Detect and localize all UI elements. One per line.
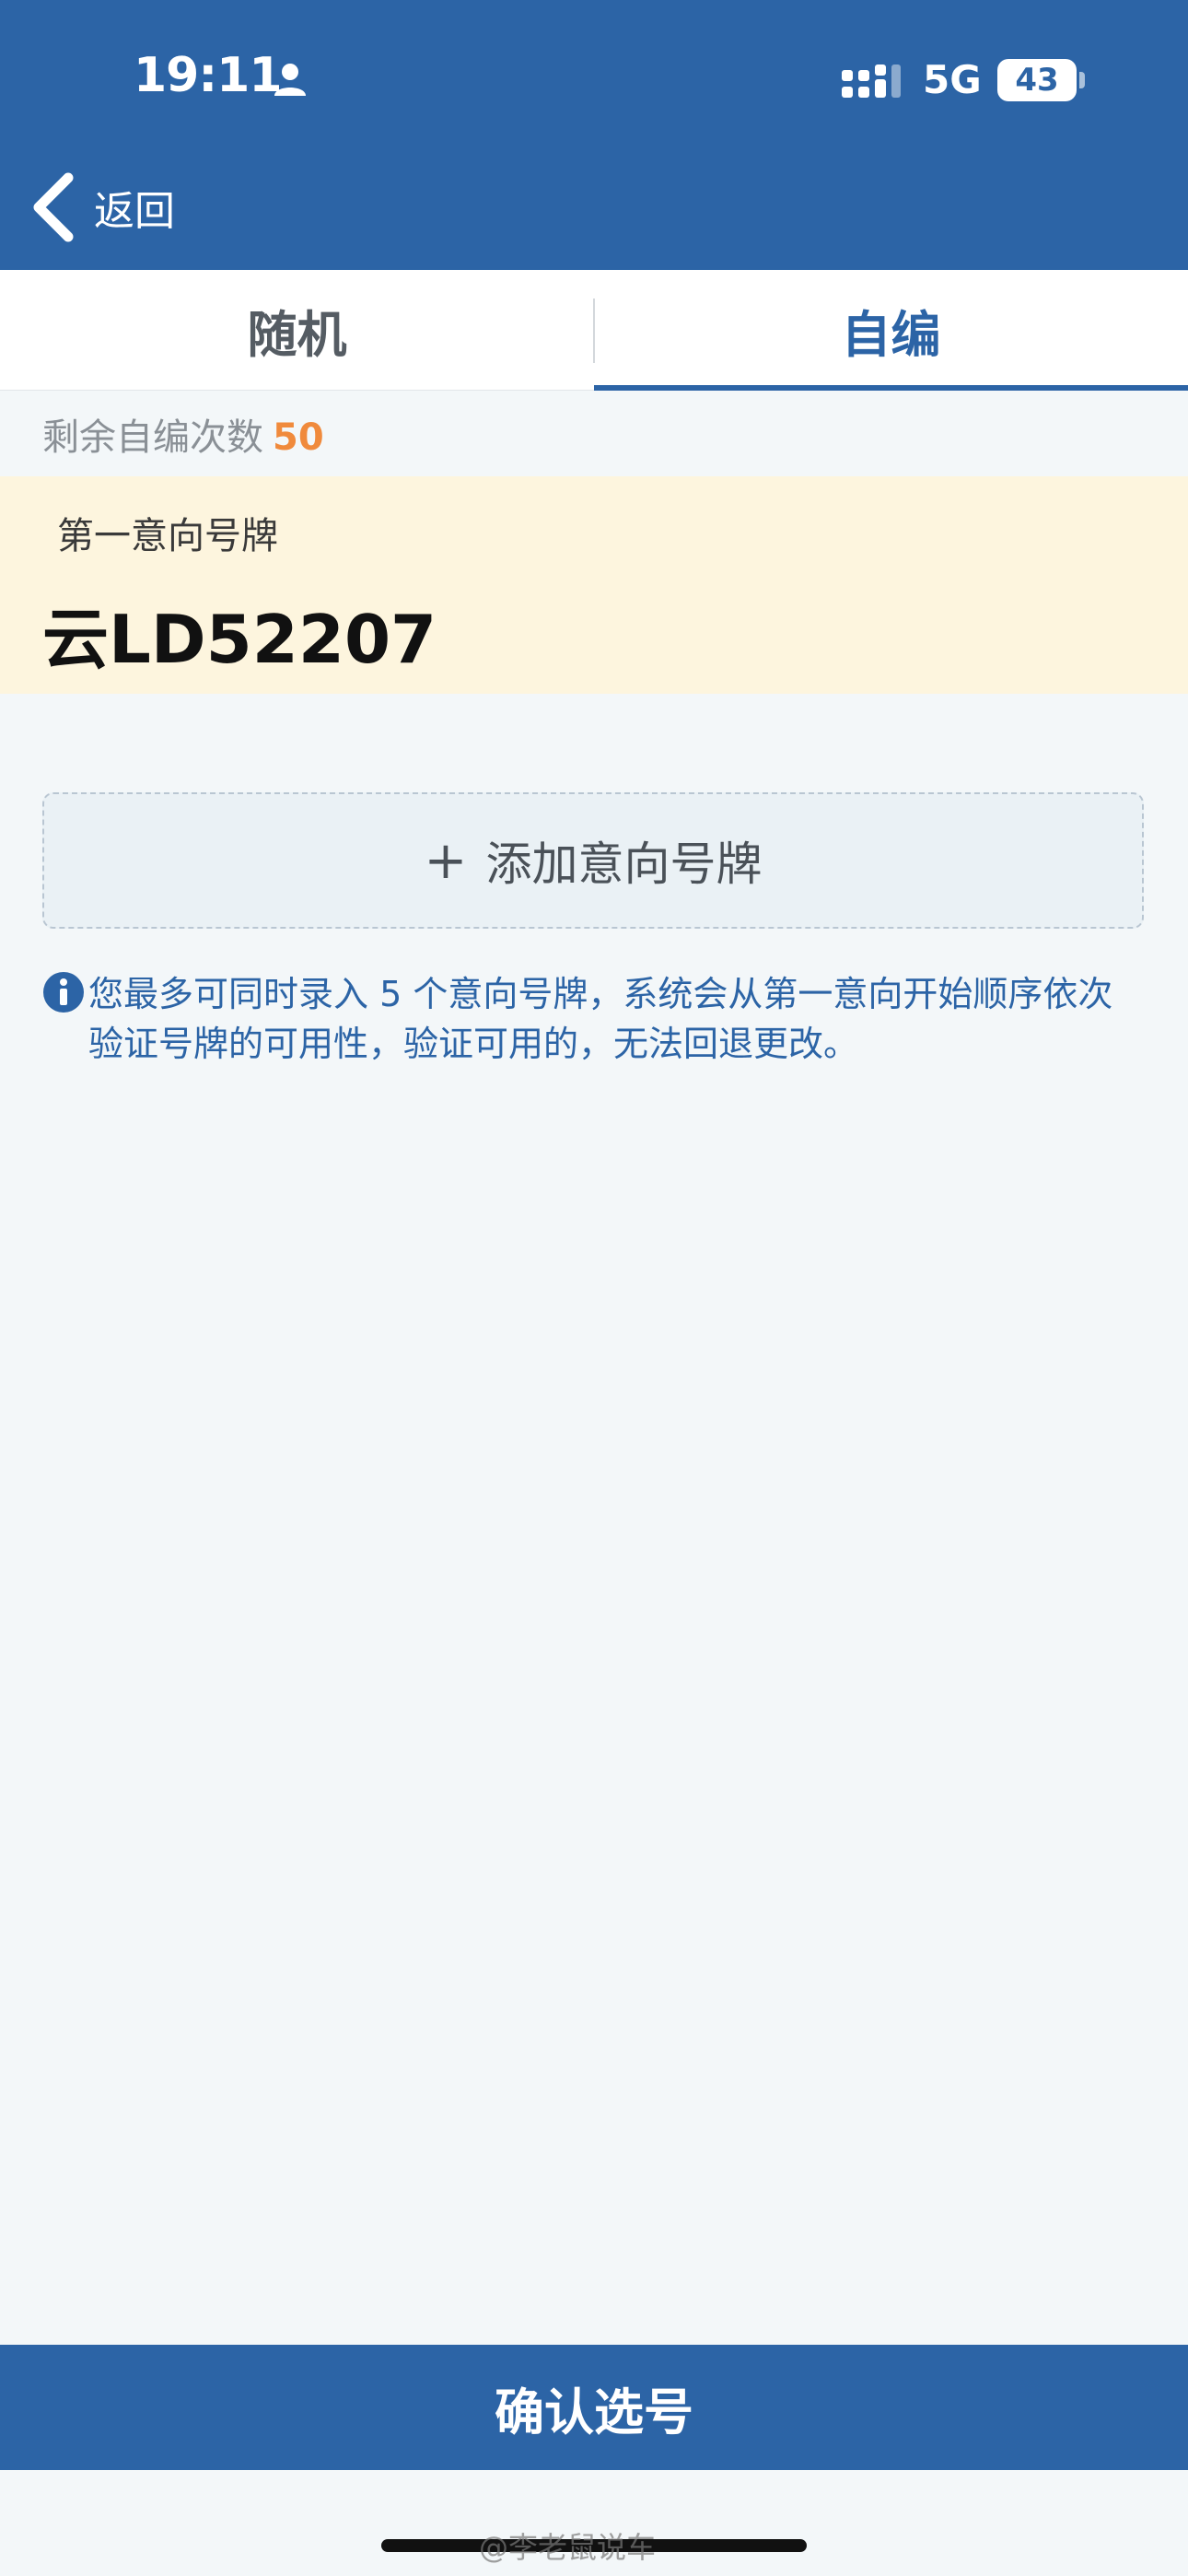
remaining-count-row: 剩余自编次数 50 — [42, 407, 324, 461]
notice-text: 您最多可同时录入 5 个意向号牌，系统会从第一意向开始顺序依次验证号牌的可用性，… — [88, 974, 1113, 1064]
person-icon — [274, 64, 306, 96]
add-intention-plate-button[interactable]: + 添加意向号牌 — [42, 792, 1144, 929]
tab-custom[interactable]: 自编 — [594, 270, 1188, 391]
back-chevron-icon — [33, 172, 74, 242]
network-label: 5G — [923, 57, 982, 102]
intention-label: 第一意向号牌 — [57, 515, 278, 557]
remaining-count: 50 — [273, 416, 324, 459]
back-label: 返回 — [94, 188, 175, 235]
info-icon — [43, 972, 84, 1013]
first-intention-card[interactable]: 第一意向号牌 云LD52207 — [0, 476, 1188, 694]
confirm-selection-button[interactable]: 确认选号 — [0, 2345, 1188, 2470]
tab-divider — [593, 299, 595, 363]
top-bar: 19:11 5G 43 返回 — [0, 0, 1188, 270]
battery-indicator: 43 — [997, 59, 1077, 101]
add-button-label: 添加意向号牌 — [485, 837, 763, 891]
battery-tip — [1079, 72, 1085, 88]
plus-icon: + — [424, 830, 468, 891]
signal-icon — [842, 64, 901, 98]
back-button[interactable]: 返回 — [28, 166, 230, 249]
watermark: @李老鼠说车 — [479, 2530, 657, 2565]
tab-random[interactable]: 随机 — [0, 270, 594, 390]
status-time: 19:11 — [134, 48, 283, 103]
notice: 您最多可同时录入 5 个意向号牌，系统会从第一意向开始顺序依次验证号牌的可用性，… — [42, 969, 1147, 1069]
intention-plate: 云LD52207 — [42, 601, 437, 678]
remaining-label: 剩余自编次数 — [42, 416, 263, 459]
